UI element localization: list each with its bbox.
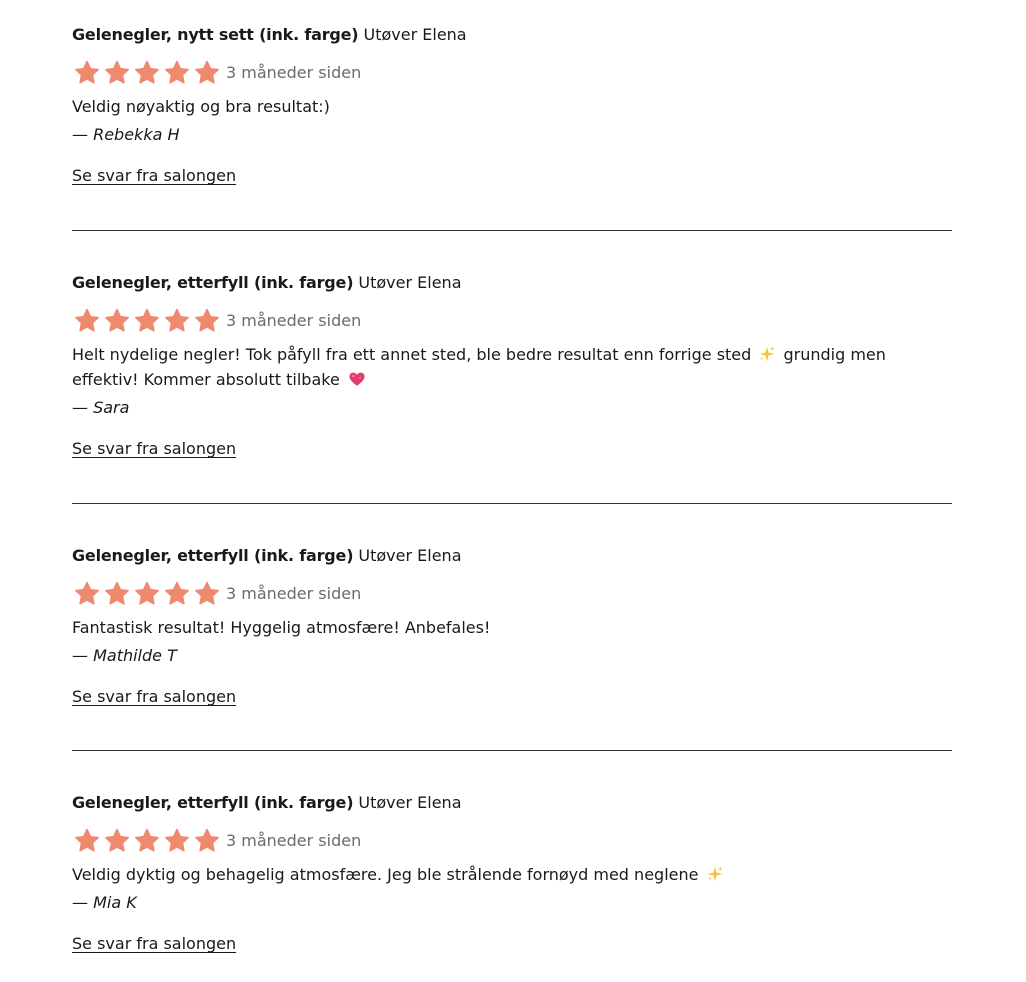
see-salon-reply-link[interactable]: Se svar fra salongen [72, 166, 236, 186]
sparkles-emoji-icon [707, 866, 723, 882]
review-divider [72, 750, 952, 751]
review-service-line: Gelenegler, nytt sett (ink. farge) Utøve… [72, 25, 467, 45]
review-service-line: Gelenegler, etterfyll (ink. farge) Utøve… [72, 273, 462, 293]
star-icon [162, 306, 192, 336]
star-icon [72, 58, 102, 88]
star-icon [102, 306, 132, 336]
star-icon [72, 826, 102, 856]
star-icon [162, 579, 192, 609]
performer-name: Utøver Elena [358, 273, 462, 292]
review-text: Fantastisk resultat! Hyggelig atmosfære!… [72, 615, 952, 640]
review-author: — Mathilde T [72, 646, 177, 665]
star-icon [162, 826, 192, 856]
review-date: 3 måneder siden [226, 584, 362, 603]
star-icon [192, 58, 222, 88]
review-text-part: Veldig nøyaktig og bra resultat:) [72, 97, 330, 116]
service-name: Gelenegler, etterfyll (ink. farge) [72, 273, 354, 292]
review-date: 3 måneder siden [226, 63, 362, 82]
review-text-part: Veldig dyktig og behagelig atmosfære. Je… [72, 865, 699, 884]
star-rating [72, 826, 222, 856]
star-icon [102, 58, 132, 88]
star-icon [132, 58, 162, 88]
star-icon [102, 826, 132, 856]
review-text: Veldig dyktig og behagelig atmosfære. Je… [72, 862, 952, 887]
star-icon [132, 826, 162, 856]
performer-name: Utøver Elena [358, 546, 462, 565]
star-rating [72, 579, 222, 609]
review-text: Veldig nøyaktig og bra resultat:) [72, 94, 952, 119]
rating-row: 3 måneder siden [72, 826, 361, 856]
review-author: — Mia K [72, 893, 137, 912]
review-date: 3 måneder siden [226, 831, 362, 850]
review-author: — Sara [72, 398, 130, 417]
rating-row: 3 måneder siden [72, 579, 361, 609]
star-rating [72, 58, 222, 88]
star-icon [162, 58, 192, 88]
review-service-line: Gelenegler, etterfyll (ink. farge) Utøve… [72, 793, 462, 813]
star-icon [192, 306, 222, 336]
rating-row: 3 måneder siden [72, 58, 361, 88]
review-author: — Rebekka H [72, 125, 180, 144]
service-name: Gelenegler, nytt sett (ink. farge) [72, 25, 359, 44]
see-salon-reply-link[interactable]: Se svar fra salongen [72, 687, 236, 707]
service-name: Gelenegler, etterfyll (ink. farge) [72, 546, 354, 565]
star-icon [132, 579, 162, 609]
rating-row: 3 måneder siden [72, 306, 361, 336]
service-name: Gelenegler, etterfyll (ink. farge) [72, 793, 354, 812]
review-divider [72, 503, 952, 504]
star-icon [132, 306, 162, 336]
review-date: 3 måneder siden [226, 311, 362, 330]
review-text-part: Fantastisk resultat! Hyggelig atmosfære!… [72, 618, 491, 637]
star-icon [102, 579, 132, 609]
performer-name: Utøver Elena [358, 793, 462, 812]
star-icon [72, 306, 102, 336]
sparkles-emoji-icon [759, 346, 775, 362]
see-salon-reply-link[interactable]: Se svar fra salongen [72, 439, 236, 459]
review-text: Helt nydelige negler! Tok påfyll fra ett… [72, 342, 952, 392]
performer-name: Utøver Elena [363, 25, 467, 44]
review-divider [72, 230, 952, 231]
sparkling-heart-emoji-icon [349, 372, 365, 386]
review-service-line: Gelenegler, etterfyll (ink. farge) Utøve… [72, 546, 462, 566]
star-icon [72, 579, 102, 609]
star-icon [192, 579, 222, 609]
star-rating [72, 306, 222, 336]
star-icon [192, 826, 222, 856]
see-salon-reply-link[interactable]: Se svar fra salongen [72, 934, 236, 954]
review-text-part: Helt nydelige negler! Tok påfyll fra ett… [72, 345, 752, 364]
